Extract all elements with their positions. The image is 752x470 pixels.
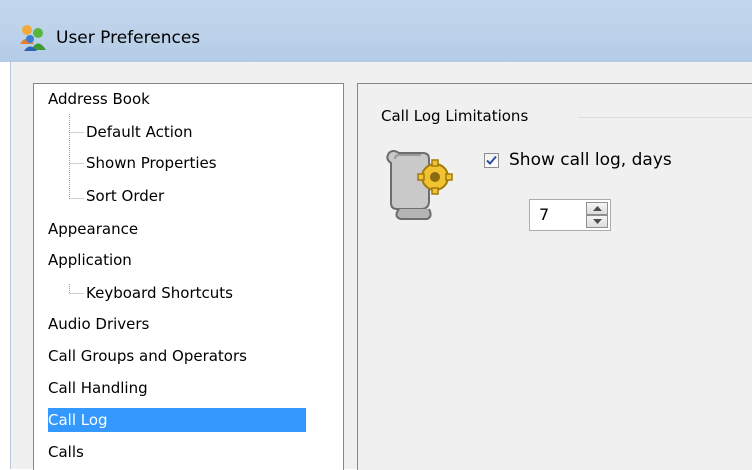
tree-item-address-book[interactable]: Address Book	[48, 87, 316, 111]
days-spinbox[interactable]: 7	[529, 199, 611, 231]
spin-up-button[interactable]	[586, 202, 608, 215]
scroll-gear-icon	[383, 145, 463, 225]
tree-item-appearance[interactable]: Appearance	[48, 217, 316, 241]
user-preferences-icon	[18, 22, 48, 52]
tree-item-keyboard-shortcuts[interactable]: Keyboard Shortcuts	[86, 281, 233, 305]
tree-item-shown-properties[interactable]: Shown Properties	[86, 151, 217, 175]
tree-item-default-action[interactable]: Default Action	[86, 120, 193, 144]
tree-item-call-handling[interactable]: Call Handling	[48, 376, 316, 400]
window-title: User Preferences	[56, 28, 201, 48]
tree-item-application[interactable]: Application	[48, 248, 316, 272]
tree-item-sort-order[interactable]: Sort Order	[86, 184, 164, 208]
group-title: Call Log Limitations	[381, 107, 529, 125]
show-call-log-label[interactable]: Show call log, days	[509, 150, 672, 170]
tree-item-call-log[interactable]: Call Log	[48, 408, 306, 432]
settings-panel	[357, 83, 752, 470]
checkmark-icon	[486, 155, 497, 165]
show-call-log-checkbox[interactable]	[484, 153, 499, 168]
title-bar: User Preferences	[0, 0, 752, 62]
arrow-up-icon	[593, 206, 602, 211]
tree-item-call-groups-and-operators[interactable]: Call Groups and Operators	[48, 344, 316, 368]
group-divider	[578, 117, 752, 118]
tree-item-audio-drivers[interactable]: Audio Drivers	[48, 312, 316, 336]
spin-down-button[interactable]	[586, 215, 608, 228]
preferences-tree[interactable]: Address Book Default Action Shown Proper…	[33, 83, 344, 470]
arrow-down-icon	[593, 219, 602, 224]
tree-item-calls[interactable]: Calls	[48, 440, 316, 464]
days-value[interactable]: 7	[539, 205, 549, 224]
